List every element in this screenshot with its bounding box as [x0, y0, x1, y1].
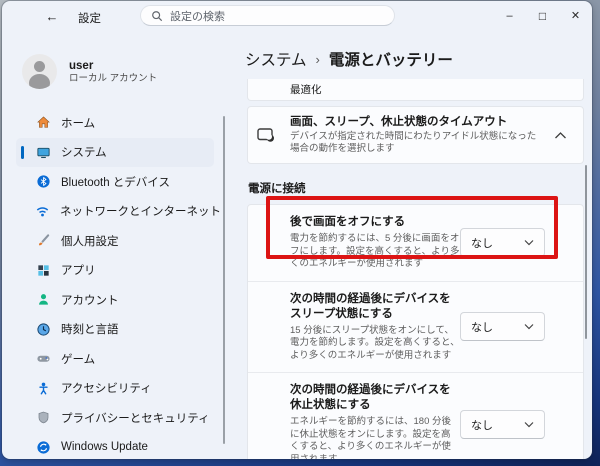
avatar: [22, 54, 57, 89]
sidebar-item-system[interactable]: システム: [16, 137, 214, 167]
sidebar-item-label: アプリ: [61, 265, 96, 278]
dropdown-value: なし: [471, 321, 493, 334]
sidebar-item-gaming[interactable]: ゲーム: [16, 344, 214, 374]
screen-off-dropdown[interactable]: なし: [460, 228, 545, 258]
close-icon: ✕: [570, 10, 581, 22]
setting-row-hibernate: 次の時間の経過後にデバイスを休止状態にする エネルギーを節約するには、180 分…: [248, 372, 583, 459]
expander-description: デバイスが指定された時間にわたりアイドル状態になった場合の動作を選択します: [290, 131, 537, 154]
back-button[interactable]: ←: [42, 6, 62, 26]
bluetooth-icon: [35, 174, 51, 190]
sidebar-item-label: 時刻と言語: [61, 324, 119, 337]
content-scrollbar[interactable]: [585, 165, 587, 339]
setting-title: 次の時間の経過後にデバイスを休止状態にする: [290, 384, 451, 411]
setting-title: 次の時間の経過後にデバイスをスリープ状態にする: [290, 292, 451, 320]
dropdown-value: なし: [471, 419, 493, 432]
title-bar: ← 設定 設定の検索 – □ ✕: [2, 1, 592, 31]
sidebar-item-bluetooth[interactable]: Bluetooth とデバイス: [16, 167, 214, 197]
breadcrumb: システム › 電源とバッテリー: [245, 48, 453, 70]
minimize-icon: –: [506, 9, 513, 22]
sidebar-item-label: 個人用設定: [61, 235, 119, 248]
accessibility-icon: [35, 380, 51, 396]
setting-title: 後で画面をオフにする: [290, 216, 406, 228]
setting-description: 電力を節約するには、5 分後に画面をオフにします。設定を高くすると、より多くのエ…: [290, 233, 460, 269]
expander-title: 画面、スリープ、休止状態のタイムアウト: [290, 116, 508, 128]
sidebar-item-privacy[interactable]: プライバシーとセキュリティ: [16, 403, 214, 433]
screen-sleep-icon: [257, 127, 275, 143]
gaming-icon: [35, 351, 51, 367]
sidebar-item-personalization[interactable]: 個人用設定: [16, 226, 214, 256]
accounts-icon: [35, 292, 51, 308]
system-icon: [35, 144, 51, 160]
chevron-down-icon: [524, 323, 534, 330]
minimize-button[interactable]: –: [493, 1, 526, 30]
maximize-button[interactable]: □: [526, 1, 559, 30]
sleep-dropdown[interactable]: なし: [460, 312, 545, 342]
chevron-up-icon[interactable]: [554, 131, 567, 140]
close-button[interactable]: ✕: [559, 1, 592, 30]
sidebar-item-label: プライバシーとセキュリティ: [61, 412, 210, 425]
timeouts-expander[interactable]: 画面、スリープ、休止状態のタイムアウト デバイスが指定された時間にわたりアイドル…: [247, 106, 584, 164]
sidebar: user ローカル アカウント ホーム システム Bluetooth とデバイス…: [2, 31, 227, 459]
group-label-plugged-in: 電源に接続: [248, 183, 306, 195]
dropdown-value: なし: [471, 237, 493, 250]
sidebar-item-apps[interactable]: アプリ: [16, 256, 214, 286]
maximize-icon: □: [538, 8, 547, 23]
chevron-down-icon: [524, 421, 534, 428]
sidebar-item-home[interactable]: ホーム: [16, 108, 214, 138]
personalization-icon: [35, 233, 51, 249]
sidebar-item-accounts[interactable]: アカウント: [16, 285, 214, 315]
optimization-label: 最適化: [290, 84, 322, 96]
sidebar-item-label: ホーム: [61, 117, 96, 130]
time-language-icon: [35, 321, 51, 337]
sidebar-item-network[interactable]: ネットワークとインターネット: [16, 197, 221, 227]
privacy-icon: [35, 410, 51, 426]
setting-description: エネルギーを節約するには、180 分後に休止状態をオンにします。設定を高くすると…: [290, 416, 451, 459]
search-icon: [151, 10, 163, 22]
sidebar-item-label: アカウント: [61, 294, 119, 307]
search-input[interactable]: 設定の検索: [140, 5, 395, 26]
optimization-row-clipped[interactable]: 最適化: [247, 79, 584, 101]
sidebar-item-label: Bluetooth とデバイス: [61, 176, 170, 189]
sidebar-item-windows-update[interactable]: Windows Update: [16, 433, 214, 460]
back-arrow-icon: ←: [45, 8, 59, 24]
breadcrumb-system[interactable]: システム: [245, 48, 307, 70]
setting-description: 15 分後にスリープ状態をオンにして、電力を節約します。設定を高くすると、より多…: [290, 324, 460, 361]
hibernate-dropdown[interactable]: なし: [460, 410, 545, 439]
setting-row-screen-off: 後で画面をオフにする 電力を節約するには、5 分後に画面をオフにします。設定を高…: [248, 205, 583, 281]
sidebar-item-time-language[interactable]: 時刻と言語: [16, 315, 214, 345]
settings-scroll-area: 最適化 画面、スリープ、休止状態のタイムアウト デバイスが指定された時間にわたり…: [247, 79, 592, 459]
sidebar-item-label: ネットワークとインターネット: [60, 206, 221, 219]
sidebar-item-accessibility[interactable]: アクセシビリティ: [16, 374, 214, 404]
user-account-type: ローカル アカウント: [69, 72, 158, 84]
page-title: 電源とバッテリー: [328, 52, 453, 69]
sidebar-item-label: Windows Update: [61, 441, 148, 454]
power-settings-card: 後で画面をオフにする 電力を節約するには、5 分後に画面をオフにします。設定を高…: [247, 204, 584, 459]
home-icon: [35, 115, 51, 131]
user-name: user: [69, 59, 94, 72]
settings-window: ← 設定 設定の検索 – □ ✕ user ローカル アカウント ホーム システ…: [2, 1, 592, 459]
network-icon: [35, 203, 50, 219]
breadcrumb-separator-icon: ›: [315, 51, 320, 67]
search-placeholder: 設定の検索: [170, 10, 225, 23]
app-title: 設定: [78, 13, 101, 25]
sidebar-item-label: アクセシビリティ: [61, 383, 152, 396]
sidebar-scrollbar[interactable]: [223, 116, 225, 444]
sidebar-item-label: システム: [61, 147, 107, 160]
chevron-down-icon: [524, 239, 534, 246]
sidebar-item-label: ゲーム: [61, 353, 96, 366]
sidebar-nav: ホーム システム Bluetooth とデバイス ネットワークとインターネット: [2, 108, 227, 459]
apps-icon: [35, 262, 51, 278]
user-account[interactable]: user ローカル アカウント: [22, 54, 157, 89]
windows-update-icon: [35, 439, 51, 455]
setting-row-sleep: 次の時間の経過後にデバイスをスリープ状態にする 15 分後にスリープ状態をオンに…: [248, 280, 583, 373]
main-content: システム › 電源とバッテリー 最適化 画面、スリープ、休止状態のタイムアウト …: [227, 31, 592, 459]
